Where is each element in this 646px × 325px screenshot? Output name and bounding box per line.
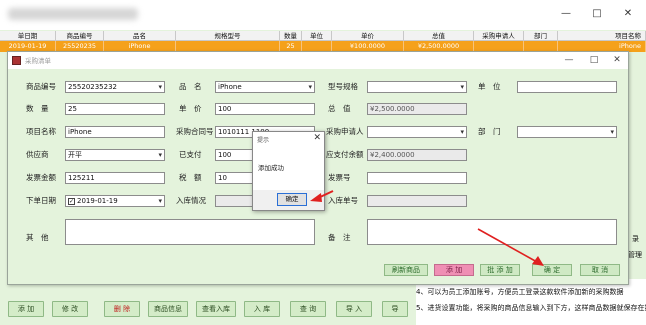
order-date-picker[interactable]: ✓ 2019-01-19 bbox=[65, 195, 165, 207]
col-header-total[interactable]: 总值 bbox=[404, 31, 474, 40]
dialog-add-button[interactable]: 添 加 bbox=[434, 264, 474, 276]
name-select[interactable]: iPhone bbox=[215, 81, 315, 93]
paid-label: 已支付 bbox=[179, 150, 202, 159]
contract-label: 采购合同号 bbox=[176, 127, 214, 136]
supplier-select[interactable]: 开平 bbox=[65, 149, 165, 161]
total-label: 总 值 bbox=[328, 104, 351, 113]
remark-textarea[interactable] bbox=[367, 219, 617, 245]
col-header-price[interactable]: 单价 bbox=[332, 31, 404, 40]
dialog-minimize-button[interactable]: — bbox=[561, 53, 577, 67]
stock-no-label: 入库单号 bbox=[328, 196, 358, 205]
tax-label: 税 额 bbox=[179, 173, 202, 182]
project-input[interactable]: iPhone bbox=[65, 126, 165, 138]
message-text: 添加成功 bbox=[258, 164, 284, 172]
cancel-button[interactable]: 取 消 bbox=[580, 264, 620, 276]
applicant-select[interactable] bbox=[367, 126, 467, 138]
col-header-applicant[interactable]: 采购申请人 bbox=[474, 31, 524, 40]
invoice-amount-label: 发票金额 bbox=[26, 173, 56, 182]
message-box-close-icon[interactable]: ✕ bbox=[313, 133, 321, 143]
dept-select[interactable] bbox=[517, 126, 617, 138]
stock-in-button[interactable]: 入 库 bbox=[244, 301, 280, 317]
invoice-amount-input[interactable]: 125211 bbox=[65, 172, 165, 184]
blurred-title bbox=[8, 8, 138, 20]
view-stock-button[interactable]: 查看入库 bbox=[196, 301, 236, 317]
edit-button[interactable]: 修 改 bbox=[52, 301, 88, 317]
note-line-5: 5、进货设置功能，将采购的商品信息输入到下方，这样商品数据就保存在数 bbox=[416, 304, 646, 312]
stock-status-field bbox=[215, 195, 255, 207]
export-button[interactable]: 导 bbox=[382, 301, 408, 317]
other-label: 其 他 bbox=[26, 233, 49, 242]
ok-button[interactable]: 确定 bbox=[277, 193, 307, 206]
message-box: 提示 ✕ 添加成功 确定 bbox=[252, 131, 325, 211]
dialog-title: 采购清单 bbox=[25, 57, 51, 65]
dialog-maximize-button[interactable]: □ bbox=[586, 53, 602, 67]
invoice-no-input[interactable] bbox=[367, 172, 467, 184]
pending-label: 应支付余额 bbox=[326, 150, 364, 159]
other-textarea[interactable] bbox=[65, 219, 315, 245]
col-header-project[interactable]: 项目名称 bbox=[558, 31, 646, 40]
message-box-title: 提示 bbox=[257, 137, 270, 144]
item-code-label: 商品编号 bbox=[26, 82, 56, 91]
stock-no-field bbox=[367, 195, 467, 207]
item-code-select[interactable]: 25520235232 bbox=[65, 81, 165, 93]
minimize-button[interactable]: — bbox=[555, 6, 577, 22]
refresh-products-button[interactable]: 刷新商品 bbox=[384, 264, 428, 276]
tax-input[interactable]: 10 bbox=[215, 172, 255, 184]
grid-header: 单日期 商品编号 品名 规格型号 数量 单位 单价 总值 采购申请人 部门 项目… bbox=[0, 31, 646, 41]
tutorial-notes: 4、可以为员工添加账号，方便员工登录这款软件添加新的采购数据 5、进货设置功能，… bbox=[416, 279, 646, 325]
right-edge-text: 录 管理 bbox=[628, 52, 646, 302]
supplier-label: 供应商 bbox=[26, 150, 49, 159]
stock-status-label: 入库情况 bbox=[176, 196, 206, 205]
col-header-unit[interactable]: 单位 bbox=[302, 31, 332, 40]
applicant-label: 采购申请人 bbox=[326, 127, 364, 136]
confirm-button[interactable]: 确 定 bbox=[532, 264, 572, 276]
qty-input[interactable]: 25 bbox=[65, 103, 165, 115]
price-input[interactable]: 100 bbox=[215, 103, 315, 115]
spec-label: 型号规格 bbox=[328, 82, 358, 91]
paid-input[interactable]: 100 bbox=[215, 149, 255, 161]
right-edge-text-2: 管理 bbox=[628, 251, 642, 259]
main-toolbar: 添 加 修 改 删 除 商品信息 查看入库 入 库 查 询 导 入 导 bbox=[0, 299, 410, 325]
col-header-name[interactable]: 品名 bbox=[104, 31, 176, 40]
invoice-no-label: 发票号 bbox=[328, 173, 351, 182]
app-icon bbox=[12, 56, 21, 65]
dept-label: 部 门 bbox=[478, 127, 501, 136]
unit-input[interactable] bbox=[517, 81, 617, 93]
close-button[interactable]: ✕ bbox=[617, 6, 639, 22]
total-field: ¥2,500.0000 bbox=[367, 103, 467, 115]
col-header-dept[interactable]: 部门 bbox=[524, 31, 558, 40]
note-line-4: 4、可以为员工添加账号，方便员工登录这款软件添加新的采购数据 bbox=[416, 288, 624, 296]
order-date-value: 2019-01-19 bbox=[77, 197, 118, 205]
order-date-label: 下单日期 bbox=[26, 196, 56, 205]
checkbox-icon[interactable]: ✓ bbox=[68, 198, 75, 205]
import-button[interactable]: 导 入 bbox=[336, 301, 372, 317]
delete-button[interactable]: 删 除 bbox=[104, 301, 140, 317]
batch-add-button[interactable]: 批 添 加 bbox=[480, 264, 520, 276]
add-button[interactable]: 添 加 bbox=[8, 301, 44, 317]
col-header-spec[interactable]: 规格型号 bbox=[176, 31, 280, 40]
col-header-date[interactable]: 单日期 bbox=[0, 31, 56, 40]
search-button[interactable]: 查 询 bbox=[290, 301, 326, 317]
qty-label: 数 量 bbox=[26, 104, 49, 113]
remark-label: 备 注 bbox=[328, 233, 351, 242]
dialog-title-bar: 采购清单 — □ ✕ bbox=[8, 52, 628, 69]
price-label: 单 价 bbox=[179, 104, 202, 113]
message-box-footer: 确定 bbox=[253, 190, 324, 210]
product-info-button[interactable]: 商品信息 bbox=[148, 301, 188, 317]
spec-select[interactable] bbox=[367, 81, 467, 93]
name-label: 品 名 bbox=[179, 82, 202, 91]
main-title-bar: — □ ✕ bbox=[0, 0, 646, 30]
col-header-qty[interactable]: 数量 bbox=[280, 31, 302, 40]
dialog-close-button[interactable]: ✕ bbox=[609, 53, 625, 67]
col-header-code[interactable]: 商品编号 bbox=[56, 31, 104, 40]
maximize-button[interactable]: □ bbox=[586, 6, 608, 22]
unit-label: 单 位 bbox=[478, 82, 501, 91]
right-edge-text-1: 录 bbox=[632, 235, 639, 243]
project-label: 项目名称 bbox=[26, 127, 56, 136]
pending-field: ¥2,400.0000 bbox=[367, 149, 467, 161]
